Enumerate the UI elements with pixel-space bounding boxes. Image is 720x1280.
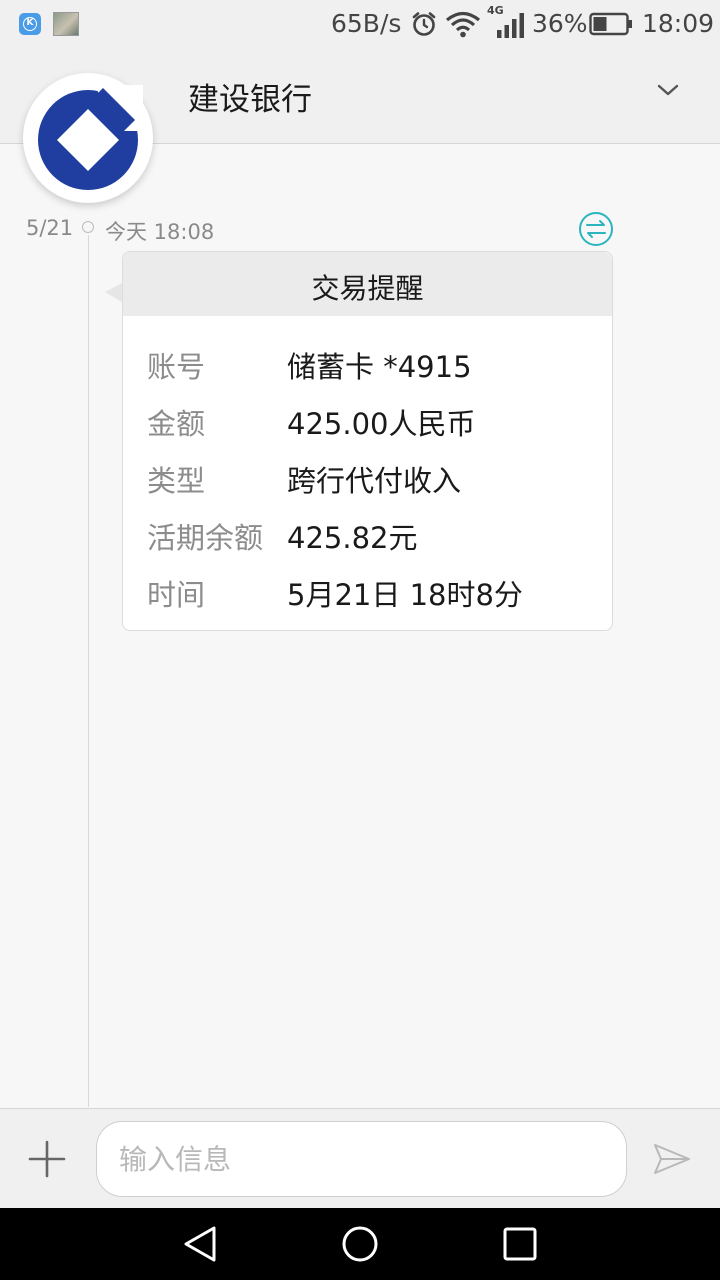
sms-conversation-screen: K 65B/s 4G 36% 18:09 建设银行 5/21 今天 18:08 … bbox=[0, 0, 720, 1280]
battery-icon bbox=[589, 12, 632, 36]
row-type: 类型 跨行代付收入 bbox=[147, 458, 597, 498]
message-bubble-tail bbox=[105, 283, 122, 302]
alarm-icon bbox=[412, 12, 436, 36]
card-title: 交易提醒 bbox=[311, 272, 424, 305]
swap-icon[interactable] bbox=[578, 211, 614, 247]
row-value: 跨行代付收入 bbox=[287, 464, 462, 498]
app-notification-icon: K bbox=[19, 13, 41, 35]
card-header: 交易提醒 bbox=[123, 252, 612, 316]
home-icon[interactable] bbox=[340, 1224, 380, 1264]
row-value: 储蓄卡 *4915 bbox=[287, 350, 472, 384]
image-notification-icon bbox=[53, 12, 79, 36]
network-speed: 65B/s bbox=[331, 9, 402, 38]
message-date: 5/21 bbox=[26, 216, 74, 240]
back-icon[interactable] bbox=[180, 1224, 220, 1264]
row-label: 类型 bbox=[147, 464, 206, 498]
battery-percent: 36% bbox=[532, 9, 588, 38]
wifi-icon bbox=[445, 11, 481, 38]
row-value: 425.00人民币 bbox=[287, 407, 476, 441]
bank-logo-icon bbox=[38, 85, 143, 190]
recent-apps-icon[interactable] bbox=[500, 1224, 540, 1264]
row-label: 账号 bbox=[147, 350, 206, 384]
chevron-down-icon[interactable] bbox=[654, 80, 682, 100]
status-bar: K 65B/s 4G 36% 18:09 bbox=[0, 0, 720, 50]
signal-strength-icon bbox=[497, 13, 524, 38]
system-navigation-bar bbox=[0, 1208, 720, 1280]
row-label: 活期余额 bbox=[147, 521, 264, 555]
add-attachment-button[interactable] bbox=[25, 1137, 69, 1181]
contact-avatar[interactable] bbox=[23, 73, 153, 203]
row-value: 425.82元 bbox=[287, 521, 418, 555]
send-button[interactable] bbox=[652, 1141, 692, 1177]
timeline-dot bbox=[82, 221, 94, 233]
row-balance: 活期余额 425.82元 bbox=[147, 515, 597, 555]
clock: 18:09 bbox=[642, 9, 715, 38]
message-input-bar bbox=[0, 1108, 720, 1208]
message-input[interactable] bbox=[96, 1121, 627, 1197]
row-value: 5月21日 18时8分 bbox=[287, 578, 523, 612]
row-time: 时间 5月21日 18时8分 bbox=[147, 572, 597, 612]
row-label: 金额 bbox=[147, 407, 206, 441]
row-amount: 金额 425.00人民币 bbox=[147, 401, 597, 441]
transaction-message-card[interactable]: 交易提醒 账号 储蓄卡 *4915 金额 425.00人民币 类型 跨行代付收入… bbox=[122, 251, 613, 631]
contact-name: 建设银行 bbox=[188, 82, 312, 117]
timeline-line bbox=[88, 235, 89, 1107]
row-account: 账号 储蓄卡 *4915 bbox=[147, 344, 597, 384]
message-time: 今天 18:08 bbox=[105, 220, 215, 244]
row-label: 时间 bbox=[147, 578, 206, 612]
